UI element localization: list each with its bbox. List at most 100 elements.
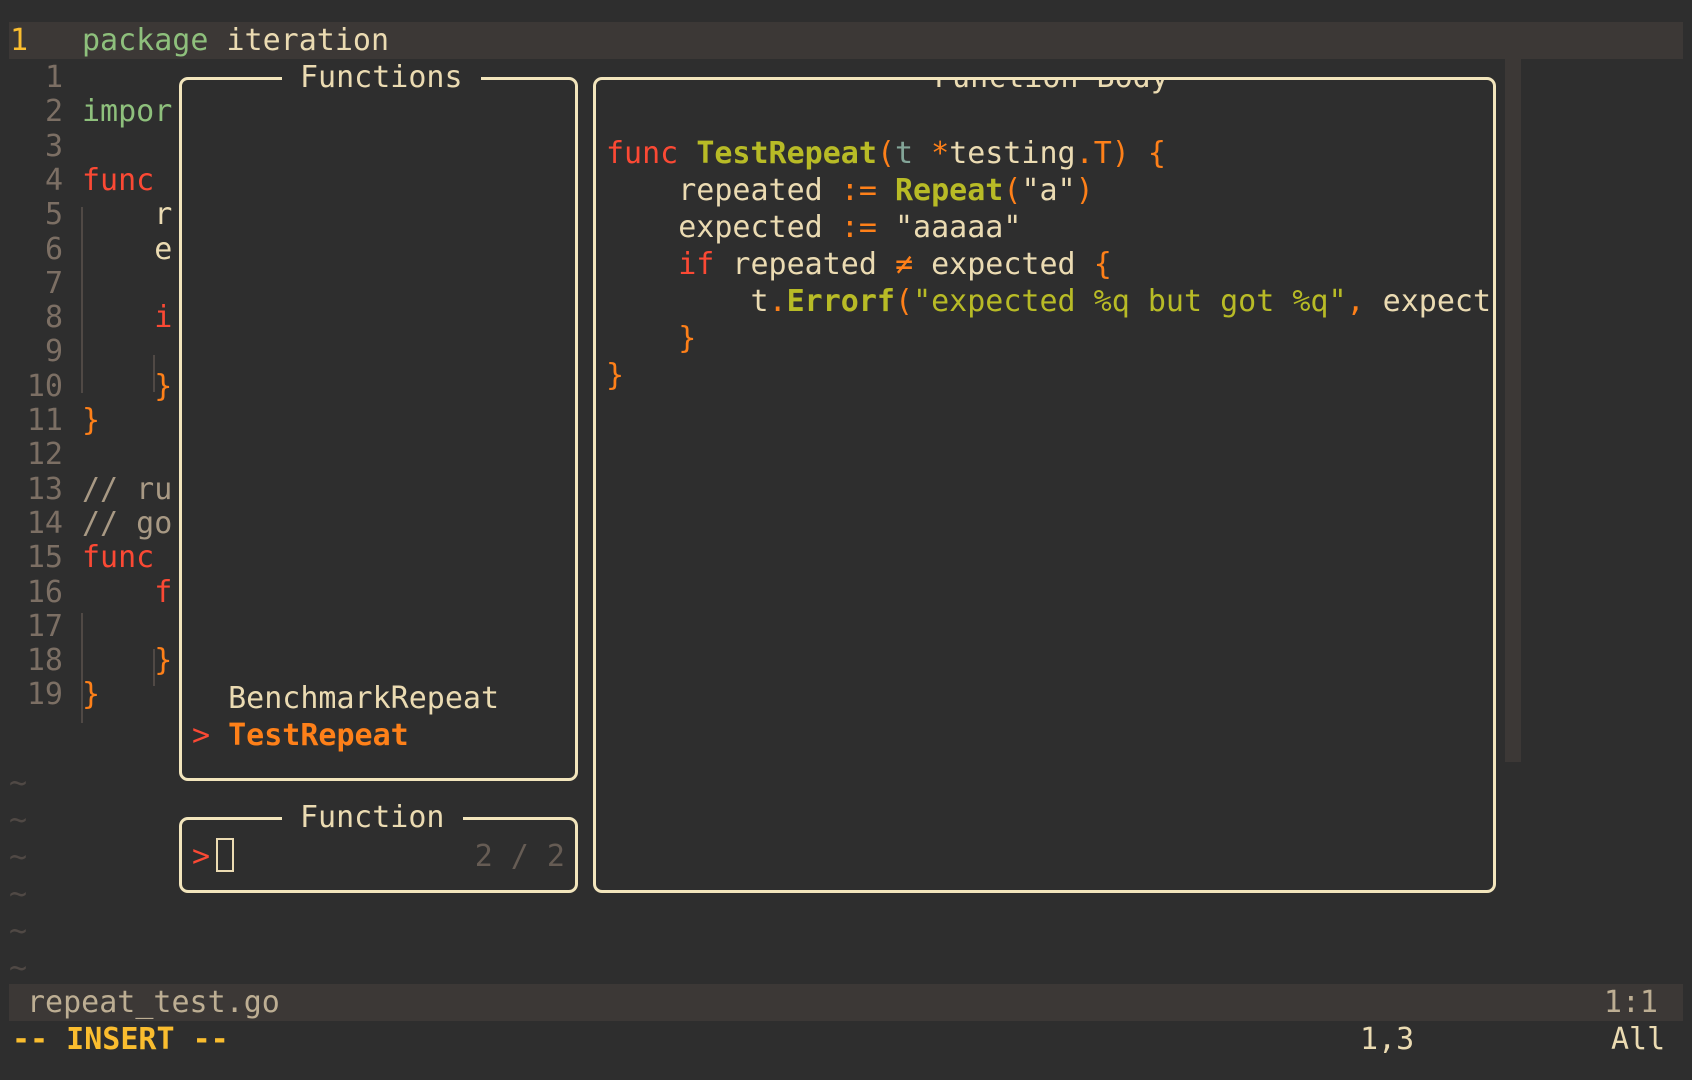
line-code: impor bbox=[82, 93, 172, 130]
code-token: func bbox=[606, 136, 679, 171]
code-token: package bbox=[82, 23, 209, 58]
editor-line[interactable]: 7 bbox=[0, 265, 180, 302]
function-list-item[interactable]: > TestRepeat bbox=[192, 717, 409, 754]
line-code: } bbox=[82, 368, 172, 405]
code-token: expected bbox=[606, 210, 841, 245]
match-count: 2 / 2 bbox=[474, 839, 565, 874]
line-number: 13 bbox=[26, 471, 63, 507]
statusline: repeat_test.go 1:1 bbox=[9, 984, 1683, 1021]
editor-line[interactable]: 6 e bbox=[0, 231, 180, 268]
code-token: testing bbox=[949, 136, 1076, 171]
function-search-input[interactable]: > bbox=[192, 838, 235, 875]
editor-line[interactable]: 8 i bbox=[0, 299, 180, 336]
editor-line[interactable]: 16 f bbox=[0, 574, 180, 611]
editor-line[interactable]: 13 // ru bbox=[0, 471, 180, 508]
indent-guide bbox=[81, 613, 83, 723]
code-token: e bbox=[82, 231, 173, 267]
tilde-marker: ~ bbox=[9, 840, 28, 875]
selection-marker-icon: > bbox=[192, 718, 229, 753]
code-token: } bbox=[82, 368, 173, 404]
line-code: i bbox=[82, 299, 172, 336]
code-token: "aaaaa" bbox=[895, 210, 1022, 245]
indent-guide bbox=[153, 355, 155, 392]
selection-marker-icon bbox=[192, 681, 228, 716]
code-token: t bbox=[895, 136, 914, 171]
code-token: repeated bbox=[606, 173, 841, 208]
code-token: func bbox=[82, 162, 155, 198]
scrollbar[interactable] bbox=[1505, 59, 1521, 762]
function-list-item[interactable]: BenchmarkRepeat bbox=[192, 680, 499, 717]
editor-line[interactable]: 17 bbox=[0, 608, 180, 645]
editor-line[interactable]: 11} bbox=[0, 402, 180, 439]
code-token: ( bbox=[1003, 173, 1022, 208]
code-token: // ru bbox=[82, 471, 173, 507]
editor-line[interactable]: 3 bbox=[0, 128, 180, 165]
line-code: f bbox=[82, 574, 172, 611]
code-token: TestRepeat bbox=[696, 136, 877, 171]
editor-line[interactable]: 2 impor bbox=[0, 93, 180, 130]
line-code: } bbox=[82, 402, 100, 439]
line-number: 10 bbox=[26, 368, 63, 404]
code-token: i bbox=[82, 300, 173, 336]
line-number: 3 bbox=[44, 128, 63, 164]
line-code: func bbox=[82, 162, 154, 199]
code-token: Errorf bbox=[786, 284, 895, 319]
line-number: 16 bbox=[26, 574, 63, 610]
line-number: 5 bbox=[44, 197, 63, 233]
code-token: repeated bbox=[714, 247, 895, 282]
code-token: } bbox=[606, 321, 697, 356]
function-body-panel: Function Body func TestRepeat ( t *testing… bbox=[593, 77, 1496, 893]
line-code: } bbox=[82, 642, 172, 679]
line-number: 8 bbox=[44, 300, 63, 336]
line-number: 6 bbox=[44, 231, 63, 267]
function-search-panel: Function > 2 / 2 bbox=[179, 799, 578, 893]
statusline-position: 1:1 bbox=[1603, 985, 1658, 1020]
line-code: r bbox=[82, 196, 172, 233]
code-token: ) bbox=[1111, 136, 1130, 171]
current-line-code[interactable]: package iteration bbox=[82, 22, 389, 59]
editor-line[interactable]: 1 bbox=[0, 59, 180, 96]
body-code-line: repeated := Repeat("a") bbox=[606, 172, 1093, 209]
code-token: f bbox=[82, 574, 173, 610]
indent-guide bbox=[81, 207, 83, 393]
line-number: 4 bbox=[44, 162, 63, 198]
cursor-position: 1,3 bbox=[1360, 1022, 1415, 1057]
editor-line[interactable]: 15 func bbox=[0, 539, 180, 576]
code-token: } bbox=[82, 403, 101, 438]
editor-line[interactable]: 4 func bbox=[0, 162, 180, 199]
code-token: := bbox=[840, 173, 877, 208]
tilde-marker: ~ bbox=[9, 914, 28, 949]
line-number: 19 bbox=[26, 677, 63, 713]
line-number: 11 bbox=[26, 403, 63, 438]
editor-line[interactable]: 14 // go bbox=[0, 505, 180, 542]
editor-line[interactable]: 5 r bbox=[0, 196, 180, 233]
code-token: * bbox=[931, 136, 950, 171]
code-token: ( bbox=[895, 284, 914, 319]
mode-indicator: -- INSERT -- bbox=[12, 1022, 229, 1057]
current-line-number: 1 bbox=[10, 23, 29, 58]
tilde-marker: ~ bbox=[9, 951, 28, 986]
line-number: 15 bbox=[26, 540, 63, 576]
code-token: t bbox=[606, 284, 769, 319]
code-token: . bbox=[768, 284, 787, 319]
function-body-title: Function Body bbox=[916, 80, 1187, 96]
code-token: , bbox=[1346, 284, 1365, 319]
line-code: } bbox=[82, 676, 100, 713]
prompt-icon: > bbox=[192, 839, 211, 874]
function-name: BenchmarkRepeat bbox=[228, 681, 500, 716]
code-token: { bbox=[1093, 247, 1112, 282]
functions-panel: Functions BenchmarkRepeat > TestRepeat bbox=[179, 59, 578, 781]
code-token: r bbox=[82, 197, 173, 233]
line-number: 17 bbox=[26, 608, 63, 644]
statusline-filename: repeat_test.go bbox=[27, 985, 280, 1020]
line-number: 2 bbox=[44, 94, 63, 130]
code-token: func bbox=[82, 540, 155, 576]
code-token: := bbox=[840, 210, 877, 245]
function-search-title: Function bbox=[282, 799, 463, 836]
editor-line[interactable]: 12 bbox=[0, 436, 180, 473]
line-number: 9 bbox=[44, 334, 63, 370]
text-cursor bbox=[216, 838, 235, 872]
body-code-line: t.Errorf("expected %q but got %q", expec… bbox=[606, 283, 1491, 320]
